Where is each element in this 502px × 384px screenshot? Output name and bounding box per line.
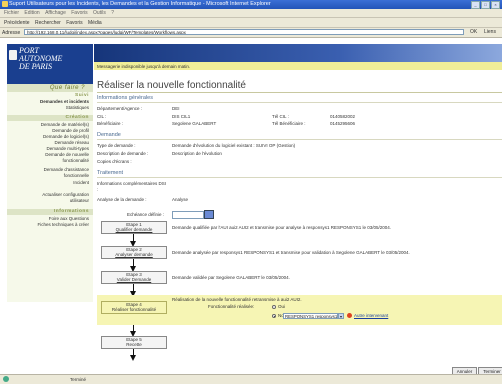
search-button[interactable]: Rechercher bbox=[35, 20, 61, 26]
benef-value: Segolene GALABERT bbox=[172, 121, 217, 126]
info-comp-label: Informations complémentaires DSI : bbox=[97, 181, 167, 192]
sidebar-item-demandes-incidents[interactable]: Demandes et incidents bbox=[40, 99, 89, 104]
step-4-desc: Réalisation de la nouvelle fonctionnalit… bbox=[172, 297, 302, 302]
step-2-box: Etape 2 Analyser demande bbox=[101, 246, 167, 259]
sidebar-item-logiciel[interactable]: Demande de logiciel(s) bbox=[43, 134, 89, 139]
sidebar-item-assistance[interactable]: Demande d'assistance fonctionnelle bbox=[29, 167, 89, 179]
window-controls: _ □ × bbox=[471, 1, 500, 9]
sidebar-item-materiel[interactable]: Demande de matériel(s) bbox=[41, 122, 89, 127]
title-divider bbox=[97, 92, 502, 93]
divider bbox=[97, 139, 502, 140]
status-text: Terminé bbox=[70, 377, 87, 382]
menu-affichage[interactable]: Affichage bbox=[45, 10, 66, 16]
logo-text: PORT AUTONOME DE PARIS bbox=[19, 46, 63, 71]
status-icon bbox=[3, 376, 9, 382]
dept-value: DEI bbox=[172, 106, 180, 111]
page-title: Réaliser la nouvelle fonctionnalité bbox=[97, 80, 246, 91]
sidebar-section-informations: Informations bbox=[53, 209, 89, 214]
step-1-box: Etape 1 Qualifier demande bbox=[101, 221, 167, 234]
close-button[interactable]: × bbox=[491, 1, 500, 9]
sidebar-item-profil[interactable]: Demande de profil bbox=[52, 128, 89, 133]
benef-label: Bénéficiaire : bbox=[97, 121, 124, 126]
analyse-label: Analyse de la demande : bbox=[97, 197, 147, 202]
menu-bar: Fichier Edition Affichage Favoris Outils… bbox=[0, 9, 502, 18]
menu-outils[interactable]: Outils bbox=[93, 10, 106, 16]
type-label: Type de demande : bbox=[97, 143, 136, 148]
message-banner: Messagerie indisponible jusqu'à demain m… bbox=[94, 62, 502, 70]
step-4-box: Etape 4 Réaliser fonctionnalité bbox=[101, 301, 167, 314]
window-titlebar: Suport Utilisateurs pour les Incidents, … bbox=[0, 0, 502, 9]
sidebar-item-actualiser[interactable]: Actualiser configuration utilisateur bbox=[25, 192, 89, 204]
header-banner bbox=[94, 44, 502, 62]
ie-icon bbox=[2, 1, 8, 7]
sidebar-item-fiches[interactable]: Fiches techniques à créer bbox=[37, 222, 89, 227]
divider bbox=[97, 102, 502, 103]
sidebar-item-statistiques[interactable]: Statistiques bbox=[66, 105, 89, 110]
banner-message: Messagerie indisponible jusqu'à demain m… bbox=[97, 63, 191, 69]
tel-cil-value: 0140582002 bbox=[330, 114, 356, 119]
section-demande: Demande bbox=[97, 132, 121, 138]
address-input[interactable]: http://192.168.0.11/ludgi/index.aspx?pag… bbox=[24, 29, 464, 35]
chevron-down-icon[interactable]: ▾ bbox=[338, 313, 344, 319]
sidebar-header: Que faire ? bbox=[7, 84, 93, 92]
favorites-button[interactable]: Favoris bbox=[66, 20, 82, 26]
step-1-desc: Demande qualifiée par l'AUI aui2 AUI2 et… bbox=[172, 225, 391, 230]
oui-label: Oui bbox=[278, 304, 286, 309]
tel-benef-label: Tél Bénéficiaire : bbox=[272, 121, 306, 126]
arrow-head-icon bbox=[130, 355, 136, 361]
menu-help[interactable]: ? bbox=[111, 10, 114, 16]
emblem-icon bbox=[9, 50, 17, 60]
sidebar: Suivi Demandes et incidents Statistiques… bbox=[7, 84, 93, 302]
sidebar-item-incident[interactable]: Incident bbox=[73, 180, 89, 185]
menu-favoris[interactable]: Favoris bbox=[71, 10, 87, 16]
step-2-desc: Demande analysée par responsys1 RESPONSY… bbox=[172, 250, 410, 255]
menu-fichier[interactable]: Fichier bbox=[4, 10, 19, 16]
cil-label: CIL : bbox=[97, 114, 107, 119]
window-title: Suport Utilisateurs pour les Incidents, … bbox=[9, 1, 271, 7]
sidebar-item-multi-types[interactable]: Demande multi-types bbox=[46, 146, 89, 151]
sidebar-item-reseau[interactable]: Demande réseau bbox=[54, 140, 89, 145]
toolbar: Précédente Rechercher Favoris Média bbox=[0, 18, 502, 28]
calendar-icon[interactable] bbox=[204, 210, 214, 219]
media-button[interactable]: Média bbox=[88, 20, 102, 26]
type-value: Demande d'évolution du logiciel existant… bbox=[172, 143, 296, 148]
links-button[interactable]: Liens bbox=[484, 29, 496, 35]
divider bbox=[97, 177, 502, 178]
person-add-icon[interactable] bbox=[347, 313, 352, 318]
sidebar-item-faq[interactable]: Foire aux Questions bbox=[49, 216, 89, 221]
realisee-label: Fonctionnalité réalisée: bbox=[208, 304, 255, 309]
step-3-desc: Demande validée par Segolene GALABERT le… bbox=[172, 275, 290, 280]
cil-value: DIS CIL1 bbox=[172, 114, 191, 119]
address-bar: Adresse http://192.168.0.11/ludgi/index.… bbox=[0, 28, 502, 38]
sidebar-section-creation: Création bbox=[65, 115, 89, 120]
dept-label: Département/Agence : bbox=[97, 106, 143, 111]
section-informations-generales: Informations générales bbox=[97, 95, 153, 101]
intervenant-select[interactable]: RESPONSYS1 responsys1 bbox=[283, 313, 338, 319]
step-3-box: Etape 3 Valider Demande bbox=[101, 271, 167, 284]
desc-value: Description de l'évolution bbox=[172, 151, 222, 156]
tel-cil-label: Tél CIL : bbox=[272, 114, 289, 119]
step-5-box: Etape 5 Recette bbox=[101, 336, 167, 349]
analyse-value: Analyse bbox=[172, 197, 189, 202]
desc-label: Description de demande : bbox=[97, 151, 149, 156]
sidebar-item-nouvelle-fonctionnalite[interactable]: Demande de nouvelle fonctionnalité bbox=[29, 152, 89, 164]
maximize-button[interactable]: □ bbox=[481, 1, 490, 9]
echeance-date-input[interactable] bbox=[172, 211, 204, 219]
oui-radio[interactable] bbox=[272, 305, 276, 309]
address-label: Adresse bbox=[2, 30, 21, 36]
minimize-button[interactable]: _ bbox=[471, 1, 480, 9]
tel-benef-value: 0145295606 bbox=[330, 121, 356, 126]
autre-intervenant-link[interactable]: Autre intervenant bbox=[354, 313, 388, 318]
menu-edition[interactable]: Edition bbox=[24, 10, 39, 16]
copies-label: Copies d'écrans : bbox=[97, 159, 132, 164]
section-traitement: Traitement bbox=[97, 170, 124, 176]
echeance-label: Echéance définie : bbox=[127, 212, 165, 217]
go-button[interactable]: OK bbox=[470, 29, 477, 35]
non-radio[interactable] bbox=[272, 314, 276, 318]
sidebar-section-suivi: Suivi bbox=[75, 93, 89, 98]
back-button[interactable]: Précédente bbox=[4, 20, 30, 26]
